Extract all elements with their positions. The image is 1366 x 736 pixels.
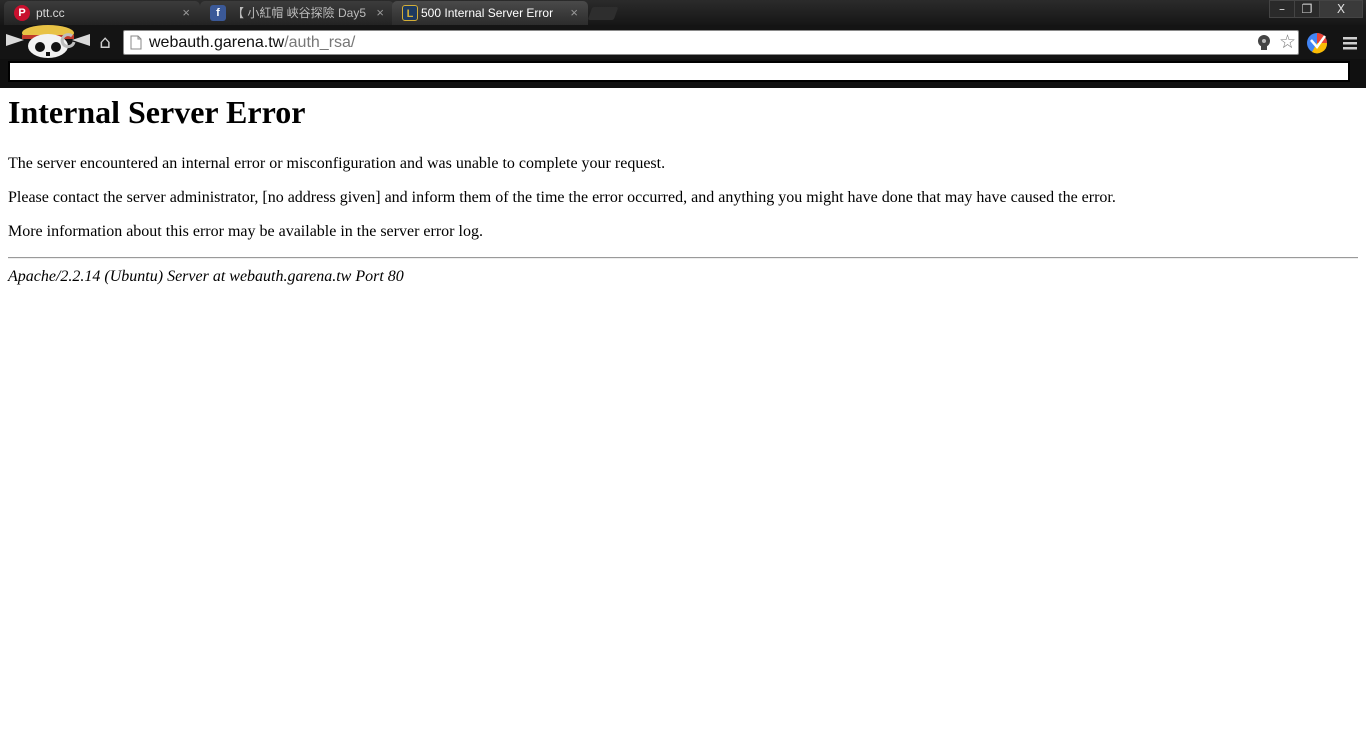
tab-strip: P ptt.cc × f 【 小紅帽 峽谷探險 Day5 × L 500 Int… [0,0,1366,25]
error-message: The server encountered an internal error… [8,155,666,172]
browser-chrome: P ptt.cc × f 【 小紅帽 峽谷探險 Day5 × L 500 Int… [0,0,1366,88]
url-host: webauth.garena.tw [149,34,285,51]
address-url[interactable]: webauth.garena.tw/auth_rsa/ [149,33,355,53]
close-icon[interactable]: × [570,5,578,21]
close-icon[interactable]: × [182,5,190,21]
menu-icon[interactable] [1341,34,1359,52]
extension-icon[interactable] [1306,32,1328,54]
close-icon[interactable]: × [376,5,384,21]
lightbulb-icon[interactable] [1256,34,1272,52]
url-path: /auth_rsa/ [284,34,356,51]
skull-theme-icon[interactable] [2,22,94,60]
page-title: Internal Server Error [8,94,306,130]
ptt-icon: P [14,5,30,21]
home-icon[interactable]: ⌂ [95,33,115,53]
server-signature: Apache/2.2.14 (Ubuntu) Server at webauth… [8,268,404,285]
facebook-icon: f [210,5,226,21]
tab-server-error[interactable]: L 500 Internal Server Error × [392,1,588,25]
new-tab-button[interactable] [587,7,619,20]
log-message: More information about this error may be… [8,223,483,240]
divider [8,257,1358,259]
contact-message: Please contact the server administrator,… [8,189,1116,206]
restore-button[interactable]: ❐ [1294,0,1320,18]
tab-title: 500 Internal Server Error [421,6,554,20]
minimize-button[interactable]: – [1269,0,1295,18]
address-bar[interactable]: webauth.garena.tw/auth_rsa/ ☆ [123,30,1299,55]
bookmark-bar [8,61,1350,82]
bookmark-star-icon[interactable]: ☆ [1279,31,1296,53]
tab-title: 【 小紅帽 峽谷探險 Day5 [232,6,366,20]
page-icon [130,35,142,50]
tab-facebook[interactable]: f 【 小紅帽 峽谷探險 Day5 × [200,1,394,25]
page-content: Internal Server Error The server encount… [8,88,1358,287]
league-icon: L [402,5,418,21]
tab-title: ptt.cc [36,6,65,20]
close-window-button[interactable]: X [1319,0,1363,18]
